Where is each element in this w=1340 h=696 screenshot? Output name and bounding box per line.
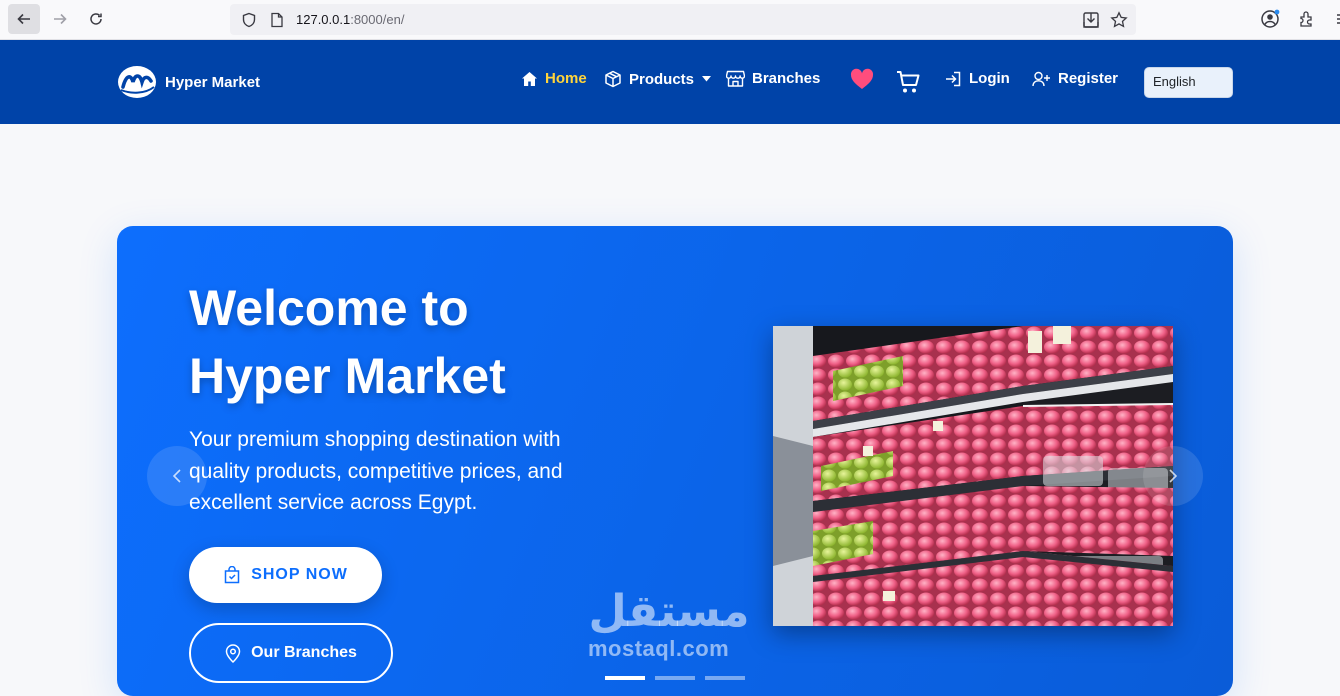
reload-icon <box>90 13 102 25</box>
watermark-arabic: مستقل <box>588 587 750 636</box>
page-icon[interactable] <box>268 11 286 29</box>
arrow-left-icon <box>17 13 30 25</box>
brand-logo[interactable]: Hyper Market <box>117 65 260 99</box>
brand-name: Hyper Market <box>165 73 261 91</box>
heart-icon <box>850 68 874 89</box>
hero-title-line2: Hyper Market <box>189 348 506 404</box>
nav-branches[interactable]: Branches <box>726 70 820 87</box>
shopping-bag-icon <box>223 566 241 584</box>
carousel-indicator-3[interactable] <box>705 676 745 680</box>
nav-branches-label: Branches <box>752 70 821 87</box>
carousel-indicator-1[interactable] <box>605 676 645 680</box>
bookmark-star-icon[interactable] <box>1110 4 1128 35</box>
shield-icon[interactable] <box>240 11 258 29</box>
menu-icon[interactable] <box>1330 8 1340 30</box>
store-icon <box>726 70 745 87</box>
cart-button[interactable] <box>896 70 920 94</box>
carousel-prev-button[interactable] <box>147 446 207 506</box>
nav-login[interactable]: Login <box>945 70 1010 87</box>
chevron-left-icon <box>172 469 181 483</box>
browser-toolbar: 127.0.0.1:8000/en/ <box>0 0 1340 40</box>
nav-login-label: Login <box>969 70 1010 87</box>
back-button[interactable] <box>8 4 40 34</box>
carousel-indicators <box>605 676 745 680</box>
reload-button[interactable] <box>80 4 112 34</box>
account-icon[interactable] <box>1259 8 1281 30</box>
chevron-right-icon <box>1169 469 1178 483</box>
hyper-market-logo-icon <box>118 66 156 98</box>
nav-home-label: Home <box>545 70 587 87</box>
url-text: 127.0.0.1:8000/en/ <box>296 12 405 27</box>
carousel-next-button[interactable] <box>1143 446 1203 506</box>
shop-now-label: SHOP NOW <box>251 566 348 583</box>
box-icon <box>604 70 622 88</box>
user-plus-icon <box>1032 71 1051 87</box>
watermark-latin: mostaql.com <box>588 636 730 661</box>
hero-product-image <box>773 326 1173 626</box>
nav-register-label: Register <box>1058 70 1119 87</box>
save-page-icon[interactable] <box>1082 4 1100 35</box>
nav-products-dropdown[interactable]: Products <box>604 70 712 88</box>
our-branches-button[interactable]: Our Branches <box>189 623 393 683</box>
carousel-indicator-2[interactable] <box>655 676 695 680</box>
shop-now-button[interactable]: SHOP NOW <box>189 547 382 603</box>
caret-down-icon <box>702 76 712 82</box>
wishlist-button[interactable] <box>850 68 874 90</box>
home-icon <box>521 71 538 87</box>
sign-in-icon <box>945 71 962 87</box>
nav-home[interactable]: Home <box>521 70 587 87</box>
our-branches-label: Our Branches <box>251 644 357 661</box>
map-pin-icon <box>225 643 241 663</box>
address-bar[interactable]: 127.0.0.1:8000/en/ <box>230 4 1136 35</box>
language-select[interactable]: English <box>1144 67 1233 98</box>
extensions-icon[interactable] <box>1296 8 1318 30</box>
hero-title: Welcome to Hyper Market <box>189 274 609 410</box>
arrow-right-icon <box>54 13 67 25</box>
nav-register[interactable]: Register <box>1032 70 1118 87</box>
hero-title-line1: Welcome to <box>189 280 469 336</box>
mostaql-watermark: مستقل mostaql.com <box>588 590 750 662</box>
cart-icon <box>897 71 920 93</box>
hero-subtitle: Your premium shopping destination with q… <box>189 428 563 514</box>
forward-button[interactable] <box>44 4 76 34</box>
site-navbar: Hyper Market Home Products Branches Logi… <box>0 40 1340 124</box>
nav-products-label: Products <box>629 70 695 88</box>
